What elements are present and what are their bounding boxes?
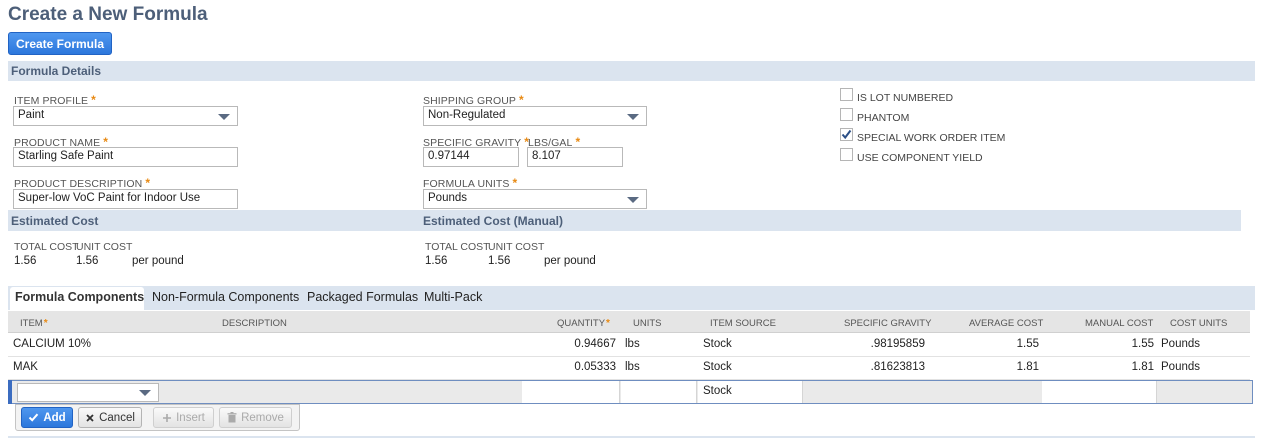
cell-average-cost: 1.55 xyxy=(1016,338,1039,350)
edit-row-marker xyxy=(8,380,12,404)
shipping-group-select[interactable]: Non-Regulated xyxy=(423,106,647,126)
estimated-cost-manual-header: Estimated Cost (Manual) xyxy=(423,213,564,228)
phantom-checkbox[interactable] xyxy=(840,108,853,121)
cell-quantity: 0.05333 xyxy=(574,361,616,373)
cell-manual-cost: 1.81 xyxy=(1131,361,1154,373)
item-select[interactable] xyxy=(17,383,159,402)
chevron-down-icon xyxy=(627,197,639,203)
special-work-order-item-checkbox[interactable] xyxy=(840,128,853,141)
item-profile-label: ITEM PROFILE * xyxy=(14,93,96,107)
total-cost-value: 1.56 xyxy=(14,255,37,267)
cell-specific-gravity: .98195859 xyxy=(870,338,925,350)
column-item[interactable]: ITEM* xyxy=(20,318,48,329)
estimated-cost-bar: Estimated Cost Estimated Cost (Manual) xyxy=(8,210,1241,231)
tab-packaged-formulas[interactable]: Packaged Formulas xyxy=(307,290,418,304)
chevron-down-icon xyxy=(218,114,230,120)
units-input[interactable] xyxy=(621,381,697,403)
product-description-input[interactable]: Super-low VoC Paint for Indoor Use xyxy=(13,189,238,209)
tab-multi-pack[interactable]: Multi-Pack xyxy=(424,290,482,304)
product-description-label: PRODUCT DESCRIPTION * xyxy=(14,176,151,190)
manual-cost-input[interactable] xyxy=(1042,381,1157,403)
required-mark: * xyxy=(519,93,524,107)
column-units[interactable]: UNITS xyxy=(633,318,662,329)
lbs-gal-input[interactable]: 8.107 xyxy=(527,147,623,167)
formula-units-label: FORMULA UNITS * xyxy=(423,176,518,190)
cell-cost-units: Pounds xyxy=(1161,338,1201,350)
manual-unit-cost-value: 1.56 xyxy=(488,255,511,267)
tab-formula-components[interactable]: Formula Components xyxy=(15,290,144,304)
grid-bottom-border xyxy=(8,436,1255,438)
column-specific-gravity[interactable]: SPECIFIC GRAVITY xyxy=(844,318,931,329)
cell-item-source: Stock xyxy=(703,361,732,373)
quantity-input[interactable] xyxy=(522,381,620,403)
cell-item: MAK xyxy=(13,361,38,373)
cell-average-cost: 1.81 xyxy=(1016,361,1039,373)
manual-unit-cost-label: UNIT COST xyxy=(488,241,545,253)
cell-units: lbs xyxy=(625,338,640,350)
manual-cost-per-unit: per pound xyxy=(544,255,596,267)
cell-cost-units: Pounds xyxy=(1161,361,1201,373)
shipping-group-value: Non-Regulated xyxy=(428,109,506,121)
formula-units-select[interactable]: Pounds xyxy=(423,189,647,209)
phantom-label: PHANTOM xyxy=(857,112,910,124)
chevron-down-icon xyxy=(627,114,639,120)
specific-gravity-input[interactable]: 0.97144 xyxy=(423,147,519,167)
column-quantity[interactable]: QUANTITY* xyxy=(557,318,610,329)
cell-manual-cost: 1.55 xyxy=(1131,338,1154,350)
cost-per-unit: per pound xyxy=(132,255,184,267)
is-lot-numbered-label: IS LOT NUMBERED xyxy=(857,92,954,104)
remove-button[interactable]: Remove xyxy=(219,407,292,428)
create-formula-button[interactable]: Create Formula xyxy=(8,32,112,55)
total-cost-label: TOTAL COST xyxy=(14,241,79,253)
column-cost-units[interactable]: COST UNITS xyxy=(1170,318,1227,329)
required-mark: * xyxy=(512,176,518,190)
components-table-header xyxy=(8,311,1250,333)
estimated-cost-header: Estimated Cost xyxy=(11,213,99,228)
column-item-source[interactable]: ITEM SOURCE xyxy=(710,318,776,329)
required-mark: * xyxy=(145,176,151,190)
table-row[interactable]: MAK 0.05333 lbs Stock .81623813 1.81 1.8… xyxy=(8,357,1250,380)
column-manual-cost[interactable]: MANUAL COST xyxy=(1085,318,1153,329)
close-icon xyxy=(85,413,95,423)
unit-cost-value: 1.56 xyxy=(76,255,99,267)
chevron-down-icon xyxy=(139,390,151,396)
item-profile-select[interactable]: Paint xyxy=(13,106,238,126)
cancel-button[interactable]: Cancel xyxy=(78,407,142,428)
checkmark-icon xyxy=(841,129,852,140)
add-button[interactable]: Add xyxy=(21,407,73,428)
cell-item-source: Stock xyxy=(703,338,732,350)
required-mark: * xyxy=(606,318,610,329)
manual-total-cost-value: 1.56 xyxy=(425,255,448,267)
item-source-input[interactable]: Stock xyxy=(698,381,803,403)
tab-non-formula-components[interactable]: Non-Formula Components xyxy=(152,290,299,304)
check-icon xyxy=(28,412,39,423)
unit-cost-label: UNIT COST xyxy=(76,241,133,253)
formula-units-value: Pounds xyxy=(428,192,468,204)
shipping-group-label: SHIPPING GROUP * xyxy=(423,93,524,107)
product-name-input[interactable]: Starling Safe Paint xyxy=(13,147,238,167)
special-work-order-item-label: SPECIAL WORK ORDER ITEM xyxy=(857,132,1006,144)
page-title: Create a New Formula xyxy=(8,4,208,25)
manual-total-cost-label: TOTAL COST xyxy=(425,241,490,253)
cell-item: CALCIUM 10% xyxy=(13,338,91,350)
required-mark: * xyxy=(43,318,48,329)
use-component-yield-label: USE COMPONENT YIELD xyxy=(857,152,983,164)
item-profile-value: Paint xyxy=(18,109,45,121)
insert-button[interactable]: Insert xyxy=(153,407,214,428)
is-lot-numbered-checkbox[interactable] xyxy=(840,88,853,101)
use-component-yield-checkbox[interactable] xyxy=(840,148,853,161)
trash-icon xyxy=(227,412,237,423)
cell-quantity: 0.94667 xyxy=(574,338,616,350)
plus-icon xyxy=(162,413,172,423)
item-source-value: Stock xyxy=(703,385,732,397)
column-average-cost[interactable]: AVERAGE COST xyxy=(969,318,1043,329)
table-row[interactable]: CALCIUM 10% 0.94667 lbs Stock .98195859 … xyxy=(8,334,1250,357)
cell-units: lbs xyxy=(625,361,640,373)
formula-details-header: Formula Details xyxy=(8,61,1255,81)
cell-specific-gravity: .81623813 xyxy=(870,361,925,373)
required-mark: * xyxy=(91,93,96,107)
column-description[interactable]: DESCRIPTION xyxy=(222,318,287,329)
